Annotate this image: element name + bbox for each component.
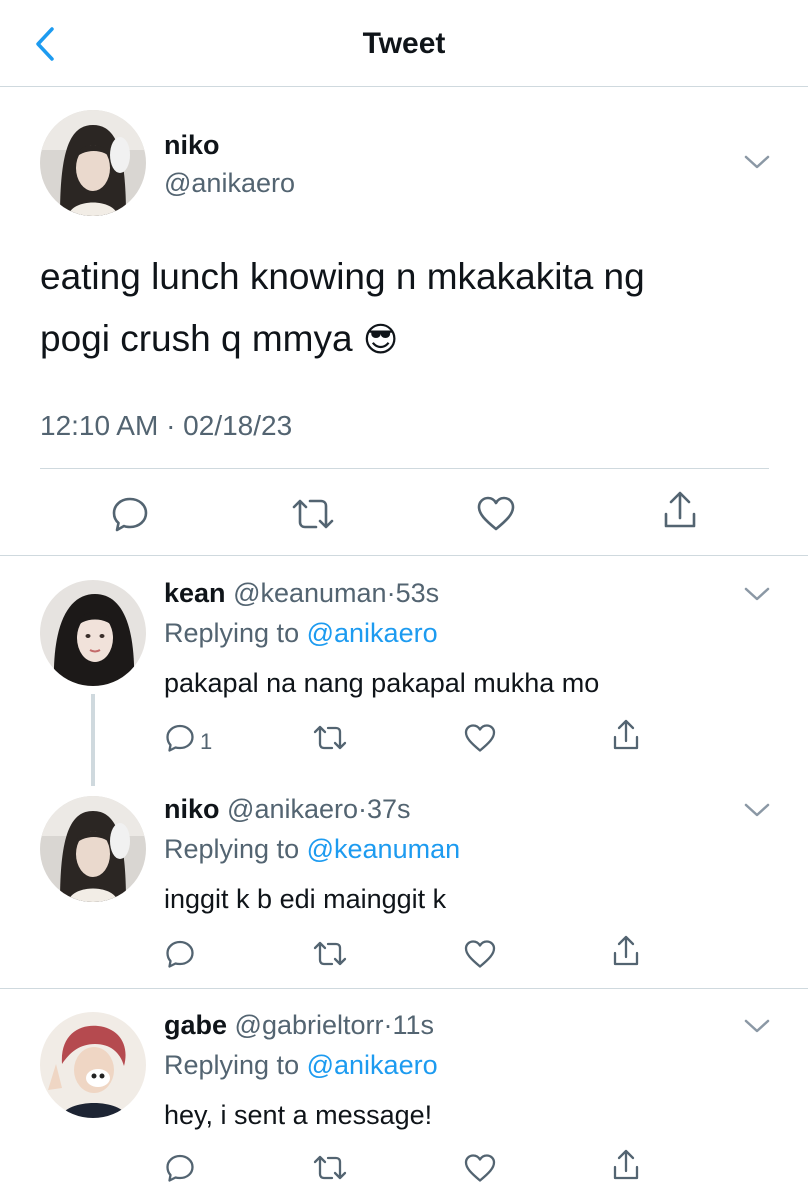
chevron-down-icon: [744, 587, 770, 601]
tweet-timestamp: 12:10 AM · 02/18/23: [40, 410, 293, 441]
replying-to-link[interactable]: @keanuman: [307, 834, 461, 864]
comment-icon: [166, 940, 194, 968]
replying-to-label: Replying to: [164, 618, 300, 648]
share-icon: [613, 719, 639, 750]
share-button[interactable]: [610, 934, 642, 968]
reply-time: 37s: [367, 794, 411, 824]
retweet-button[interactable]: [312, 938, 348, 970]
retweet-icon: [313, 1155, 347, 1180]
avatar[interactable]: [40, 580, 146, 686]
heart-icon: [464, 1154, 496, 1182]
share-icon: [613, 935, 639, 966]
more-options-button[interactable]: [742, 798, 772, 820]
more-options-button[interactable]: [742, 150, 772, 172]
reply-button[interactable]: [110, 494, 150, 534]
like-button[interactable]: [463, 722, 497, 754]
reply-time: 11s: [392, 1010, 435, 1040]
replying-to-label: Replying to: [164, 834, 300, 864]
tweet-text-line2-text: pogi crush q mmya: [40, 318, 353, 359]
reply-header: kean @keanuman·53s: [164, 578, 439, 609]
share-button[interactable]: [610, 1148, 642, 1182]
separator-dot: ·: [386, 578, 396, 608]
reply-button[interactable]: [164, 938, 196, 970]
retweet-icon: [313, 725, 347, 750]
replying-to-link[interactable]: @anikaero: [307, 1050, 438, 1080]
replying-to-label: Replying to: [164, 1050, 300, 1080]
header-divider: [0, 86, 808, 87]
reply-text: hey, i sent a message!: [164, 1100, 433, 1130]
chevron-down-icon: [744, 1019, 770, 1033]
heart-icon: [464, 724, 496, 752]
reply-author-name[interactable]: gabe: [164, 1010, 227, 1040]
comment-icon: [166, 1154, 194, 1182]
share-icon: [613, 1149, 639, 1180]
tweet-text-line1: eating lunch knowing n mkakakita ng: [40, 256, 645, 297]
tweet-text: eating lunch knowing n mkakakita ng pogi…: [40, 246, 780, 371]
reply-header: niko @anikaero·37s: [164, 794, 411, 825]
like-button[interactable]: [475, 494, 517, 534]
avatar[interactable]: [40, 1012, 146, 1118]
avatar[interactable]: [40, 796, 146, 902]
author-handle[interactable]: @anikaero: [164, 168, 295, 199]
replying-to: Replying to @keanuman: [164, 834, 460, 865]
separator-dot: ·: [383, 1010, 393, 1040]
tweet-meta-divider: [40, 468, 769, 469]
thread-connector: [91, 694, 95, 786]
chevron-down-icon: [744, 155, 770, 169]
share-button[interactable]: [660, 490, 700, 532]
reply-button[interactable]: [164, 722, 196, 754]
reply-header: gabe @gabrieltorr·11s: [164, 1010, 434, 1041]
reply-text: inggit k b edi mainggit k: [164, 884, 447, 914]
share-button[interactable]: [610, 718, 642, 752]
avatar[interactable]: [40, 110, 146, 216]
more-options-button[interactable]: [742, 1014, 772, 1036]
reply-author-handle[interactable]: @anikaero: [227, 794, 358, 824]
tweet-actions-divider: [0, 555, 808, 556]
retweet-button[interactable]: [312, 722, 348, 754]
retweet-button[interactable]: [290, 494, 336, 534]
like-button[interactable]: [463, 1152, 497, 1184]
heart-icon: [477, 496, 515, 531]
separator-dot: ·: [358, 794, 368, 824]
replying-to: Replying to @anikaero: [164, 1050, 438, 1081]
share-icon: [664, 491, 696, 528]
replying-to: Replying to @anikaero: [164, 618, 438, 649]
reply-divider: [0, 988, 808, 989]
comment-icon: [166, 724, 194, 752]
author-name[interactable]: niko: [164, 130, 220, 161]
reply-time: 53s: [395, 578, 440, 608]
retweet-icon: [292, 499, 334, 529]
sunglasses-emoji: 😎: [362, 321, 399, 359]
tweet-text-line2: pogi crush q mmya 😎: [40, 308, 780, 371]
retweet-button[interactable]: [312, 1152, 348, 1184]
reply-author-name[interactable]: niko: [164, 794, 220, 824]
reply-button[interactable]: [164, 1152, 196, 1184]
replying-to-link[interactable]: @anikaero: [307, 618, 438, 648]
heart-icon: [464, 940, 496, 968]
reply-author-handle[interactable]: @gabrieltorr: [235, 1010, 384, 1040]
reply-author-name[interactable]: kean: [164, 578, 226, 608]
reply-author-handle[interactable]: @keanuman: [233, 578, 387, 608]
more-options-button[interactable]: [742, 582, 772, 604]
page-title: Tweet: [362, 27, 446, 60]
like-button[interactable]: [463, 938, 497, 970]
reply-text: pakapal na nang pakapal mukha mo: [164, 668, 600, 698]
reply-count: 1: [200, 729, 213, 754]
comment-icon: [112, 497, 148, 532]
chevron-down-icon: [744, 803, 770, 817]
retweet-icon: [313, 941, 347, 966]
